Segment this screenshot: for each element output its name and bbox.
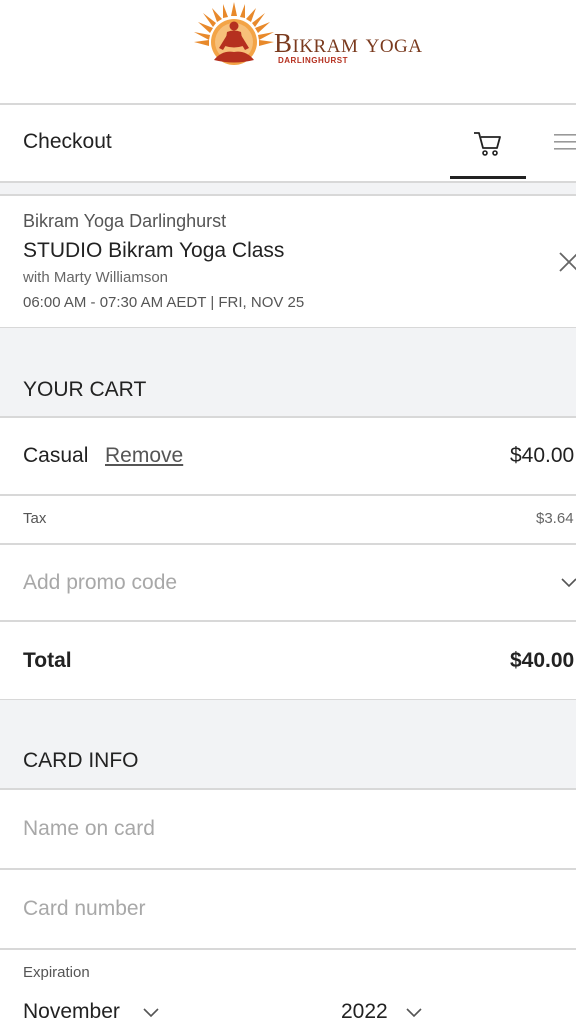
active-tab-indicator: [450, 176, 526, 179]
logo-wordmark: Bikram yoga: [274, 28, 423, 58]
chevron-down-icon: [406, 1008, 422, 1018]
close-icon: [559, 252, 576, 272]
cart-tab[interactable]: [450, 110, 526, 180]
booking-time: 06:00 AM - 07:30 AM AEDT | FRI, NOV 25: [23, 294, 305, 311]
expiration-month-value: November: [23, 1000, 120, 1023]
menu-button[interactable]: [548, 130, 576, 156]
cart-item-name: Casual: [23, 444, 89, 467]
remove-booking-button[interactable]: [556, 250, 576, 274]
card-number-input[interactable]: Card number: [23, 897, 553, 921]
cart-item-price: $40.00: [510, 444, 575, 467]
brand-logo: Bikram yoga DARLINGHURST: [192, 2, 422, 68]
logo-location: DARLINGHURST: [278, 56, 348, 65]
card-info-heading: CARD INFO: [23, 749, 139, 772]
promo-code-toggle[interactable]: Add promo code: [0, 545, 576, 620]
expiration-year-value: 2022: [341, 1000, 388, 1023]
total-label: Total: [23, 649, 72, 672]
chevron-down-icon: [143, 1008, 159, 1018]
cart-icon: [474, 132, 501, 156]
tax-label: Tax: [23, 510, 47, 527]
hamburger-menu-icon: [554, 134, 576, 150]
yoga-figure-sun-icon: [194, 2, 274, 65]
tax-value: $3.64: [536, 510, 574, 527]
booking-studio: Bikram Yoga Darlinghurst: [23, 211, 227, 231]
page-title: Checkout: [23, 130, 112, 153]
cart-heading: YOUR CART: [23, 378, 147, 401]
name-on-card-input[interactable]: Name on card: [23, 817, 553, 841]
booking-class-name: STUDIO Bikram Yoga Class: [23, 239, 285, 262]
booking-instructor: with Marty Williamson: [23, 269, 169, 286]
expiration-label: Expiration: [23, 964, 90, 981]
remove-item-link[interactable]: Remove: [105, 444, 183, 468]
total-value: $40.00: [510, 649, 575, 672]
promo-code-label: Add promo code: [23, 571, 178, 594]
chevron-down-icon: [561, 578, 576, 588]
